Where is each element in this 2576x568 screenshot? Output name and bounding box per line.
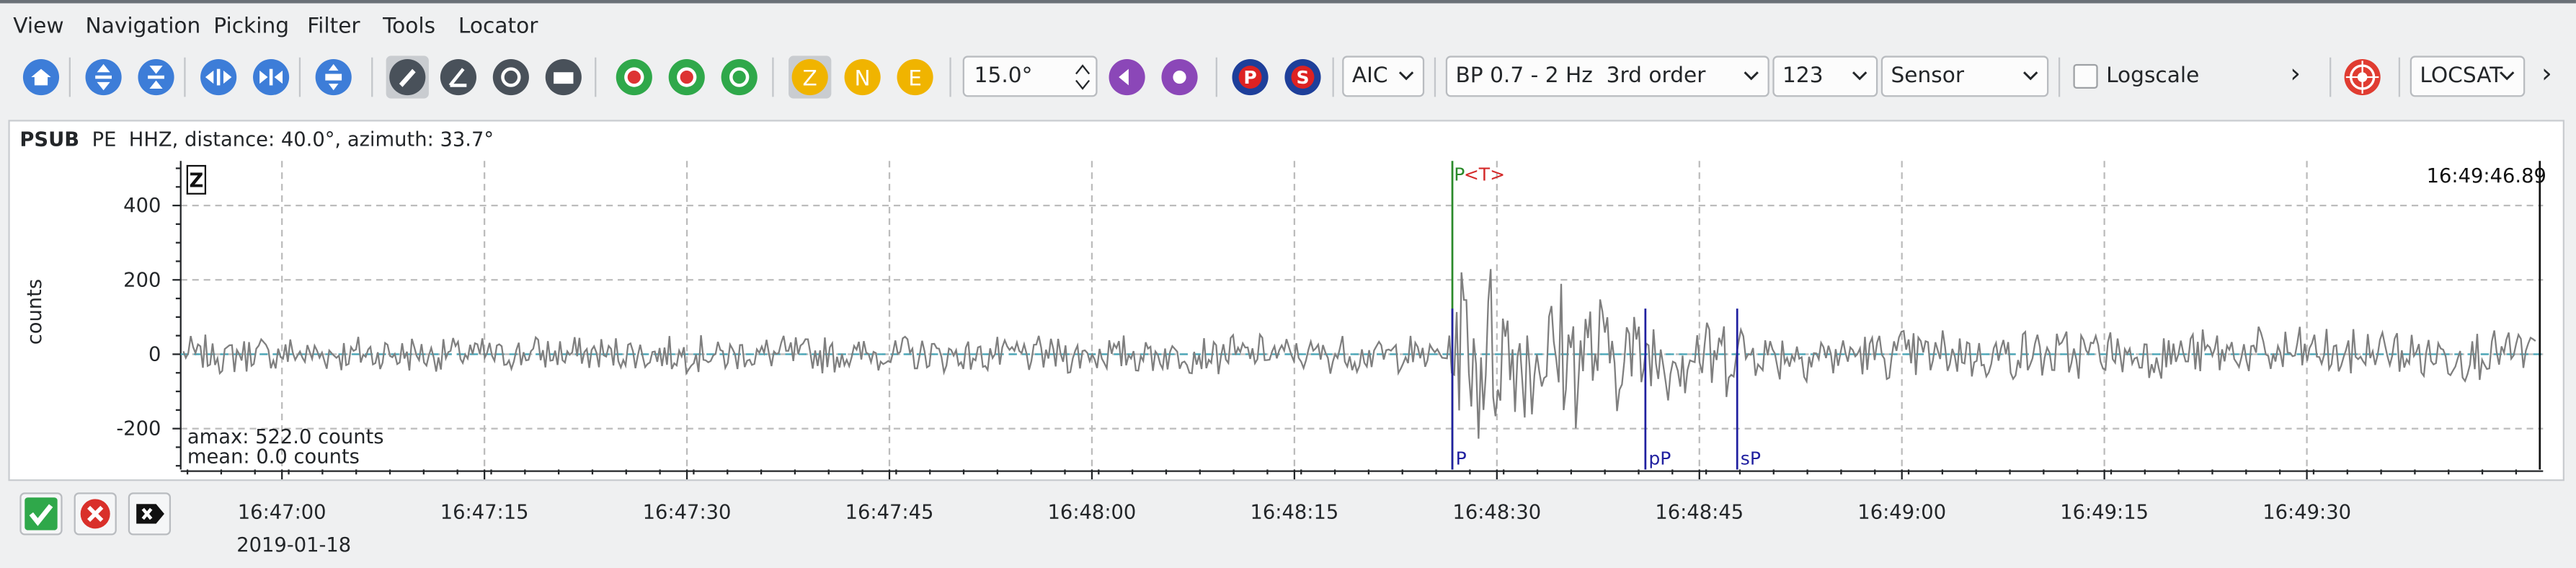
x-tick-label: 16:49:15 <box>2060 502 2149 524</box>
x-tick-label: 16:47:00 <box>238 502 327 524</box>
theoretical-pick-label: <T> <box>1464 164 1505 185</box>
x-tick-label: 16:48:00 <box>1048 502 1137 524</box>
accept-button[interactable] <box>19 492 63 536</box>
phase-label: P <box>1456 448 1467 469</box>
x-tick-label: 16:49:30 <box>2262 502 2351 524</box>
close-tag-icon <box>136 504 164 524</box>
seismogram-plot[interactable]: 400 200 0 -200 16:47:00 16:47:15 16:47:30 16:47… <box>0 0 2576 568</box>
checkmark-icon <box>25 497 58 531</box>
x-tick-label: 16:48:30 <box>1452 502 1541 524</box>
phase-label: pP <box>1648 448 1671 469</box>
x-tick-label: 16:48:45 <box>1655 502 1744 524</box>
close-button[interactable] <box>128 492 172 536</box>
x-tick-label: 16:47:15 <box>440 502 529 524</box>
close-circle-icon <box>80 499 110 529</box>
time-readout: 16:49:46.89 <box>2427 165 2546 187</box>
y-tick-label: 0 <box>148 344 161 366</box>
x-tick-label: 16:47:30 <box>643 502 732 524</box>
date-label: 2019-01-18 <box>236 533 352 557</box>
app-window: View Navigation Picking Filter Tools Loc… <box>0 0 2576 568</box>
mean-label: mean: 0.0 counts <box>187 445 360 469</box>
plot-area <box>180 161 2544 470</box>
y-tick-label: 200 <box>123 269 161 291</box>
x-tick-label: 16:47:45 <box>845 502 934 524</box>
reject-button[interactable] <box>74 492 117 536</box>
x-tick-label: 16:49:00 <box>1857 502 1946 524</box>
phase-label: sP <box>1741 448 1761 469</box>
y-tick-label: -200 <box>116 418 161 440</box>
y-tick-label: 400 <box>123 195 161 217</box>
component-label: Z <box>189 170 203 192</box>
x-tick-label: 16:48:15 <box>1250 502 1338 524</box>
